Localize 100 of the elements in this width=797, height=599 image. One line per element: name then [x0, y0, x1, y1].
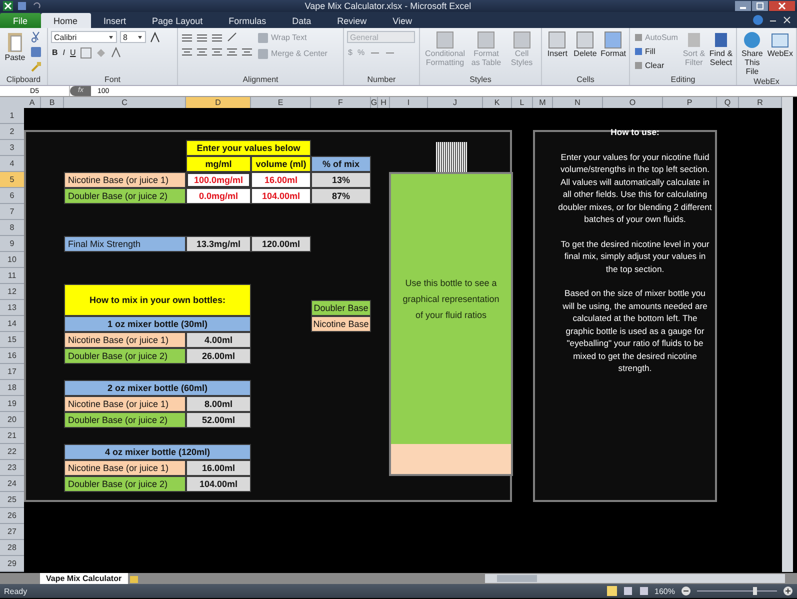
cells-button[interactable]: Delete	[572, 31, 598, 58]
ribbon-tab[interactable]: Formulas	[216, 13, 280, 28]
webex-button[interactable]: WebEx	[767, 31, 793, 58]
row-header[interactable]: 21	[0, 428, 24, 444]
row-header[interactable]: 5	[0, 172, 24, 188]
minimize-button[interactable]	[735, 1, 751, 11]
column-header[interactable]: K	[483, 97, 512, 108]
instructions-title: How to use:	[610, 126, 660, 138]
column-header[interactable]: I	[390, 97, 428, 108]
column-header[interactable]: D	[186, 97, 251, 108]
row-header[interactable]: 22	[0, 444, 24, 460]
header-cell: 1 oz mixer bottle (30ml)	[64, 316, 251, 332]
paste-button[interactable]: Paste	[3, 31, 27, 62]
column-header[interactable]: M	[533, 97, 553, 108]
row-header[interactable]: 20	[0, 412, 24, 428]
column-header[interactable]: A	[24, 97, 41, 108]
row-header[interactable]: 13	[0, 300, 24, 316]
row-header[interactable]: 17	[0, 364, 24, 380]
value-cell: 8.00ml	[186, 396, 251, 412]
maximize-button[interactable]	[752, 1, 768, 11]
row-header[interactable]: 24	[0, 476, 24, 492]
row-header[interactable]: 4	[0, 156, 24, 172]
row-header[interactable]: 11	[0, 268, 24, 284]
row-header[interactable]: 6	[0, 188, 24, 204]
input-cell[interactable]: 104.00ml	[251, 188, 311, 204]
value-cell: 13%	[311, 172, 371, 188]
row-header[interactable]: 10	[0, 252, 24, 268]
row-header[interactable]: 25	[0, 492, 24, 508]
row-header[interactable]: 3	[0, 140, 24, 156]
value-cell: 87%	[311, 188, 371, 204]
row-header[interactable]: 16	[0, 348, 24, 364]
row-header[interactable]: 14	[0, 316, 24, 332]
column-header[interactable]: G	[371, 97, 378, 108]
zoom-slider-icon	[697, 586, 777, 596]
row-header[interactable]: 1	[0, 108, 24, 124]
row-header[interactable]: 7	[0, 204, 24, 220]
font-style-button[interactable]: I	[62, 46, 66, 59]
page-break-icon	[638, 586, 649, 596]
row-header[interactable]: 19	[0, 396, 24, 412]
row-header[interactable]: 28	[0, 540, 24, 556]
header-cell: mg/ml	[186, 156, 251, 172]
column-header[interactable]: O	[603, 97, 663, 108]
sheet-tab[interactable]: Vape Mix Calculator	[40, 573, 128, 584]
cells-button[interactable]: Insert	[545, 31, 570, 58]
ribbon-tab[interactable]: Review	[324, 13, 380, 28]
row-header[interactable]: 26	[0, 508, 24, 524]
input-cell[interactable]: 0.0mg/ml	[186, 188, 251, 204]
editing-button[interactable]: Fill	[633, 45, 679, 58]
row-header[interactable]: 18	[0, 380, 24, 396]
font-size-field[interactable]: 8	[120, 31, 146, 43]
row-header[interactable]: 8	[0, 220, 24, 236]
input-cell[interactable]: 16.00ml	[251, 172, 311, 188]
row-header[interactable]: 12	[0, 284, 24, 300]
webex-button[interactable]: Share This File	[740, 31, 764, 76]
editing-button[interactable]: Clear	[633, 59, 679, 72]
value-cell: 13.3mg/ml	[186, 236, 251, 252]
ribbon-tab[interactable]: Insert	[90, 13, 140, 28]
dropdown-caret-icon	[137, 34, 143, 40]
ribbon-tab[interactable]: Home	[40, 13, 91, 28]
label-cell: Nicotine Base (or juice 1)	[64, 172, 186, 188]
vertical-scrollbar[interactable]	[782, 97, 793, 572]
ribbon-tab[interactable]: Page Layout	[139, 13, 216, 28]
instructions-paragraph: To get the desired nicotine level in your final mix, simply adjust your values in the top section.	[560, 238, 710, 275]
value-cell: 16.00ml	[186, 460, 251, 476]
scroll-thumb[interactable]	[497, 575, 537, 582]
align-icon	[181, 46, 193, 58]
cells-button[interactable]: Format	[600, 31, 626, 58]
column-header[interactable]: Q	[717, 97, 739, 108]
column-header[interactable]: B	[41, 97, 64, 108]
row-header[interactable]: 15	[0, 332, 24, 348]
font-style-button[interactable]: B	[51, 46, 59, 59]
column-header[interactable]: H	[378, 97, 390, 108]
column-header[interactable]: N	[553, 97, 603, 108]
close-button[interactable]	[769, 1, 795, 11]
row-header[interactable]: 23	[0, 460, 24, 476]
font-family-field[interactable]: Calibri	[51, 31, 117, 43]
column-header[interactable]: E	[251, 97, 311, 108]
column-header[interactable]: F	[311, 97, 371, 108]
row-header[interactable]: 27	[0, 524, 24, 540]
font-style-button[interactable]: U	[69, 46, 77, 59]
group-label: Styles	[468, 74, 492, 85]
horizontal-scrollbar[interactable]	[485, 574, 785, 583]
align-icon	[241, 46, 253, 58]
label-cell: Doubler Base (or juice 2)	[64, 476, 186, 492]
column-header[interactable]: J	[428, 97, 483, 108]
column-header[interactable]: R	[739, 97, 782, 108]
input-cell[interactable]: 100.0mg/ml	[186, 172, 251, 188]
ribbon-tab[interactable]: View	[380, 13, 425, 28]
value-cell: 26.00ml	[186, 348, 251, 364]
column-header[interactable]: P	[663, 97, 717, 108]
row-header[interactable]: 29	[0, 556, 24, 572]
scissors-icon	[30, 31, 42, 43]
row-header[interactable]: 9	[0, 236, 24, 252]
label-cell: Nicotine Base (or juice 1)	[64, 396, 186, 412]
column-header[interactable]: C	[64, 97, 186, 108]
column-header[interactable]: L	[512, 97, 533, 108]
ribbon-tab[interactable]: Data	[279, 13, 324, 28]
row-header[interactable]: 2	[0, 124, 24, 140]
editing-button[interactable]: Find & Select	[708, 31, 733, 67]
ribbon-tab[interactable]: File	[0, 13, 41, 28]
